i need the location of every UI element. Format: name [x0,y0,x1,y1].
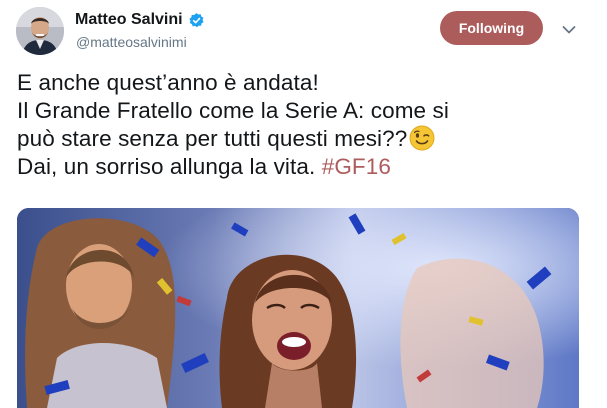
hashtag-link[interactable]: #GF16 [322,154,391,179]
tweet-card: Matteo Salvini @matteosalvinimi Followin… [0,0,607,408]
following-button[interactable]: Following [440,11,543,45]
tweet-line-3: può stare senza per tutti questi mesi?? [17,125,592,153]
tweet-line-3-text: può stare senza per tutti questi mesi?? [17,126,408,151]
tweet-line-2: Il Grande Fratello come la Serie A: come… [17,98,449,123]
tweet-media-photo[interactable] [17,208,579,408]
tweet-text: E anche quest’anno è andata! Il Grande F… [17,69,592,181]
tweet-line-1: E anche quest’anno è andata! [17,70,319,95]
author-avatar[interactable] [16,7,64,55]
tweet-line-4: Dai, un sorriso allunga la vita. #GF16 [17,153,592,181]
winking-face-icon [409,125,435,151]
tv-scene-image [17,208,579,408]
tweet-line-4-text: Dai, un sorriso allunga la vita. [17,154,322,179]
author-display-name[interactable]: Matteo Salvini [75,11,183,29]
verified-badge-icon [188,12,205,29]
author-handle[interactable]: @matteosalvinimi [76,34,187,50]
chevron-down-icon[interactable] [562,22,576,34]
author-name-row[interactable]: Matteo Salvini [75,11,205,29]
avatar-photo-icon [16,7,64,55]
